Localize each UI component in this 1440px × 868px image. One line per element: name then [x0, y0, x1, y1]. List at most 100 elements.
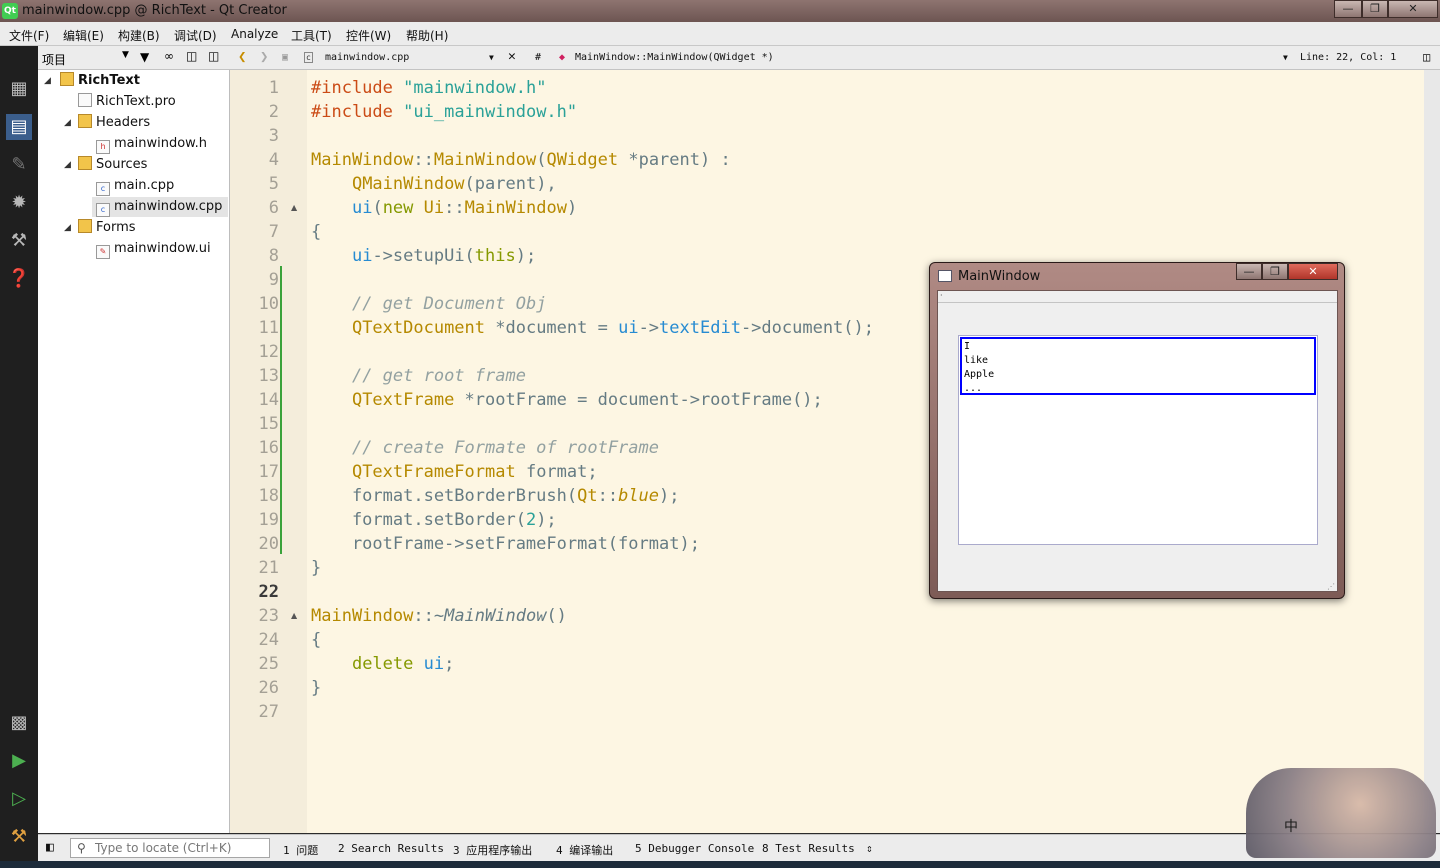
editor-toolbar: ❮ ❯ ▣ c mainwindow.cpp ▼ ✕ # ◆ MainWindo…: [230, 46, 1440, 70]
project-folder-icon: [60, 72, 74, 86]
filter-icon[interactable]: ▼: [140, 50, 149, 64]
line-number: 2: [268, 102, 279, 122]
debug-run-icon[interactable]: ▷: [6, 786, 32, 812]
maximize-button[interactable]: ❐: [1362, 0, 1388, 18]
tree-item-header-file[interactable]: h mainwindow.h: [96, 134, 207, 154]
tree-item-main-cpp[interactable]: c main.cpp: [96, 176, 174, 196]
project-panel-title[interactable]: 项目: [42, 51, 66, 68]
welcome-grid-icon[interactable]: ▦: [6, 76, 32, 102]
tree-item-forms[interactable]: Forms: [78, 218, 136, 238]
edit-mode-icon[interactable]: ▤: [6, 114, 32, 140]
code-line-16: // create Formate of rootFrame: [351, 438, 659, 458]
code-line-2: #include "ui_mainwindow.h": [311, 102, 578, 122]
tab-search-results[interactable]: 2 Search Results: [338, 842, 444, 855]
close-panel-icon[interactable]: ◫: [208, 49, 219, 63]
tab-app-output[interactable]: 3 应用程序输出: [453, 842, 532, 858]
menu-help[interactable]: 帮助(H): [406, 27, 448, 44]
mode-sidebar: ▦ ▤ ✎ ✹ ⚒ ❓ ▩ ▶ ▷ ⚒: [0, 46, 38, 868]
fold-arrow-icon[interactable]: ▲: [291, 203, 297, 212]
menu-edit[interactable]: 编辑(E): [63, 27, 104, 44]
tree-item-project[interactable]: RichText: [60, 71, 140, 91]
expand-arrow-icon[interactable]: ◢: [64, 223, 71, 233]
folder-icon: [78, 156, 92, 170]
tree-label: mainwindow.h: [114, 136, 207, 151]
ime-mode-label[interactable]: 中: [1284, 816, 1298, 836]
projects-wrench-icon[interactable]: ⚒: [6, 228, 32, 254]
cpp-file-icon: c: [96, 182, 110, 196]
up-down-arrows-icon[interactable]: ⇕: [866, 842, 873, 855]
design-pencil-icon[interactable]: ✎: [6, 152, 32, 178]
output-pane-bar: ◧ ⚲ Type to locate (Ctrl+K) 1 问题 2 Search…: [38, 834, 1440, 861]
tree-item-ui-file[interactable]: ✎ mainwindow.ui: [96, 239, 211, 259]
build-hammer-icon[interactable]: ⚒: [6, 824, 32, 850]
line-number: 21: [258, 558, 279, 578]
split-icon[interactable]: ◫: [186, 49, 197, 63]
qt-logo-icon: Qt: [2, 3, 18, 19]
tree-item-pro[interactable]: RichText.pro: [78, 92, 176, 112]
text-edit[interactable]: I like Apple ...: [958, 335, 1318, 545]
debug-bug-icon[interactable]: ✹: [6, 190, 32, 216]
main-window-menubar[interactable]: ·: [938, 291, 1337, 303]
menu-widgets[interactable]: 控件(W): [346, 27, 391, 44]
tab-debugger-console[interactable]: 5 Debugger Console: [635, 842, 754, 855]
title-bar: Qt mainwindow.cpp @ RichText - Qt Creato…: [0, 0, 1440, 22]
line-number: 9: [268, 270, 279, 290]
os-taskbar: [0, 861, 1440, 868]
expand-arrow-icon[interactable]: ◢: [44, 76, 51, 86]
close-button[interactable]: ✕: [1388, 0, 1438, 18]
root-frame: I like Apple ...: [960, 337, 1316, 395]
code-line-13: // get root frame: [351, 366, 526, 386]
code-line-6: ui(new Ui::MainWindow): [351, 198, 578, 218]
tree-item-mainwindow-cpp[interactable]: c mainwindow.cpp: [92, 197, 228, 217]
editor-scrollbar[interactable]: [1424, 70, 1440, 833]
toggle-sidebar-icon[interactable]: ◧: [46, 840, 54, 855]
change-marker-bar: [280, 266, 282, 554]
symbol-selector[interactable]: MainWindow::MainWindow(QWidget *): [575, 52, 774, 63]
tree-item-sources[interactable]: Sources: [78, 155, 147, 175]
line-number: 24: [258, 630, 279, 650]
chevron-down-icon[interactable]: ▼: [122, 50, 129, 60]
line-number: 16: [258, 438, 279, 458]
menu-debug[interactable]: 调试(D): [174, 27, 217, 44]
run-icon[interactable]: ▶: [6, 748, 32, 774]
close-document-icon[interactable]: ✕: [508, 49, 516, 64]
line-number: 23: [258, 606, 279, 626]
line-number-gutter: 1 2 3 4 5 6 7 8 9 10 11 12 13 14 15 16 1…: [230, 70, 307, 833]
chevron-down-icon[interactable]: ▼: [489, 53, 494, 62]
resize-grip-icon[interactable]: ⋰: [1327, 582, 1335, 591]
expand-arrow-icon[interactable]: ◢: [64, 160, 71, 170]
tab-issues[interactable]: 1 问题: [283, 842, 318, 858]
menu-analyze[interactable]: Analyze: [231, 27, 278, 41]
ime-decoration-widget[interactable]: 中: [1246, 768, 1436, 858]
tab-compile-output[interactable]: 4 编译输出: [556, 842, 613, 858]
line-number: 14: [258, 390, 279, 410]
code-line-7: {: [311, 222, 322, 242]
expand-arrow-icon[interactable]: ◢: [64, 118, 71, 128]
link-icon[interactable]: ∞: [164, 49, 174, 63]
line-number: 15: [258, 414, 279, 434]
menu-build[interactable]: 构建(B): [118, 27, 160, 44]
cursor-position: Line: 22, Col: 1: [1300, 52, 1397, 63]
split-editor-icon[interactable]: ◫: [1423, 50, 1430, 64]
locator-input[interactable]: ⚲ Type to locate (Ctrl+K): [70, 838, 270, 858]
code-line-1: #include "mainwindow.h": [311, 78, 547, 98]
tab-test-results[interactable]: 8 Test Results: [762, 842, 855, 855]
minimize-button[interactable]: —: [1334, 0, 1362, 18]
code-line-11: QTextDocument *document = ui->textEdit->…: [351, 318, 874, 338]
fold-arrow-icon[interactable]: ▲: [291, 611, 297, 620]
back-arrow-icon[interactable]: ❮: [238, 49, 246, 65]
open-file-name[interactable]: mainwindow.cpp: [325, 52, 409, 63]
tree-item-headers[interactable]: Headers: [78, 113, 150, 133]
target-monitor-icon[interactable]: ▩: [6, 710, 32, 736]
chevron-down-icon[interactable]: ▼: [1283, 53, 1288, 62]
minimize-button[interactable]: —: [1236, 263, 1262, 280]
menu-tools[interactable]: 工具(T): [291, 27, 332, 44]
help-icon[interactable]: ❓: [6, 266, 32, 292]
forward-arrow-icon[interactable]: ❯: [260, 49, 268, 65]
line-number: 27: [258, 702, 279, 722]
code-line-25: delete ui;: [351, 654, 455, 674]
menu-file[interactable]: 文件(F): [9, 27, 49, 44]
close-button[interactable]: ✕: [1288, 263, 1338, 280]
tree-label: Forms: [96, 220, 136, 235]
maximize-button[interactable]: ❐: [1262, 263, 1288, 280]
